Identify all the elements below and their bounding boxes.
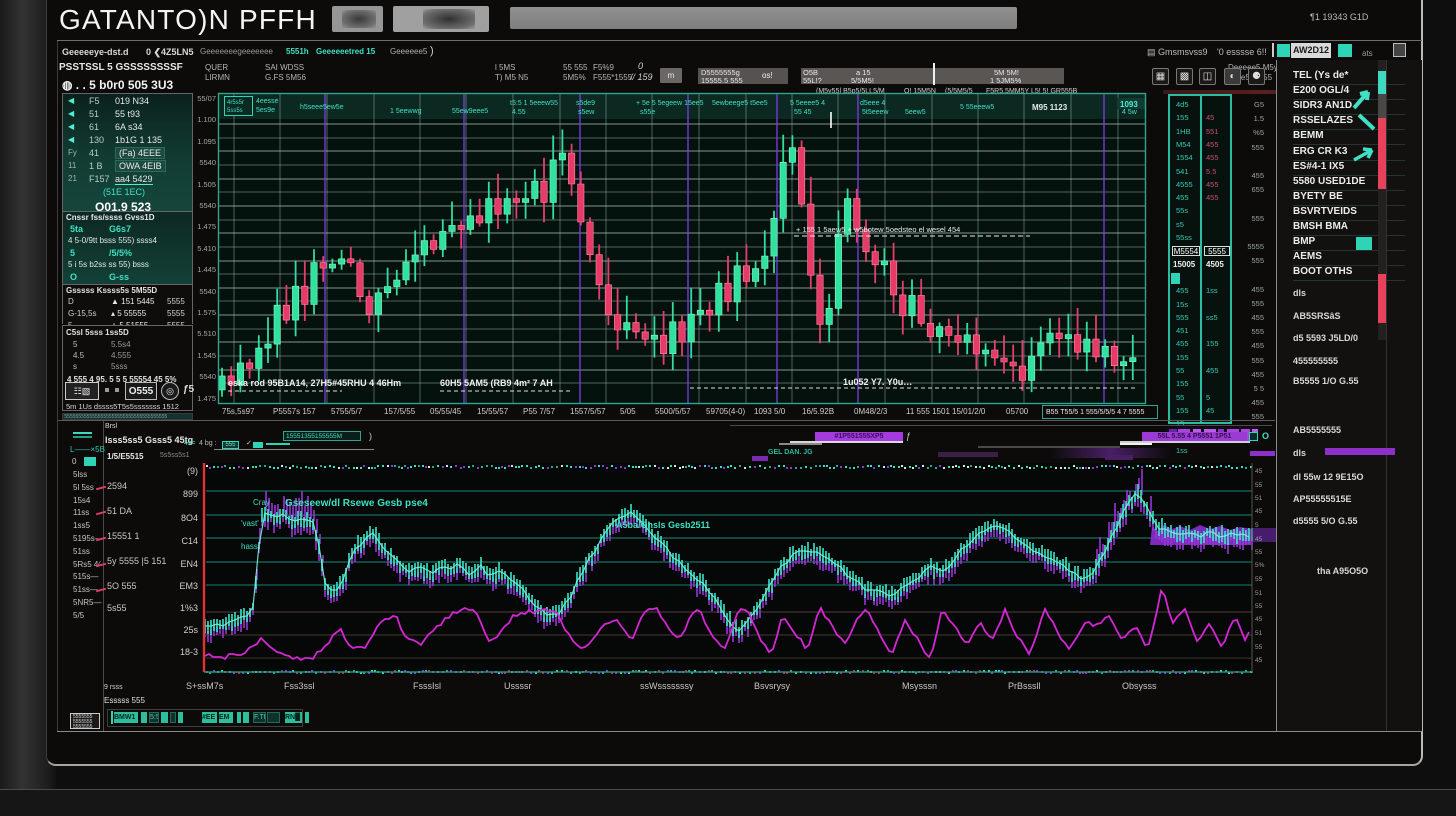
svg-text:Gseseew/dl Rsewe Gesb pse4: Gseseew/dl Rsewe Gesb pse4	[285, 498, 428, 509]
svg-text:hass: hass	[241, 542, 258, 551]
svg-text:'vast': 'vast'	[241, 519, 259, 528]
svg-text:Cray: Cray	[253, 498, 270, 507]
svg-text:A5ba/Ghsls Gesb2511: A5ba/Ghsls Gesb2511	[616, 520, 710, 530]
